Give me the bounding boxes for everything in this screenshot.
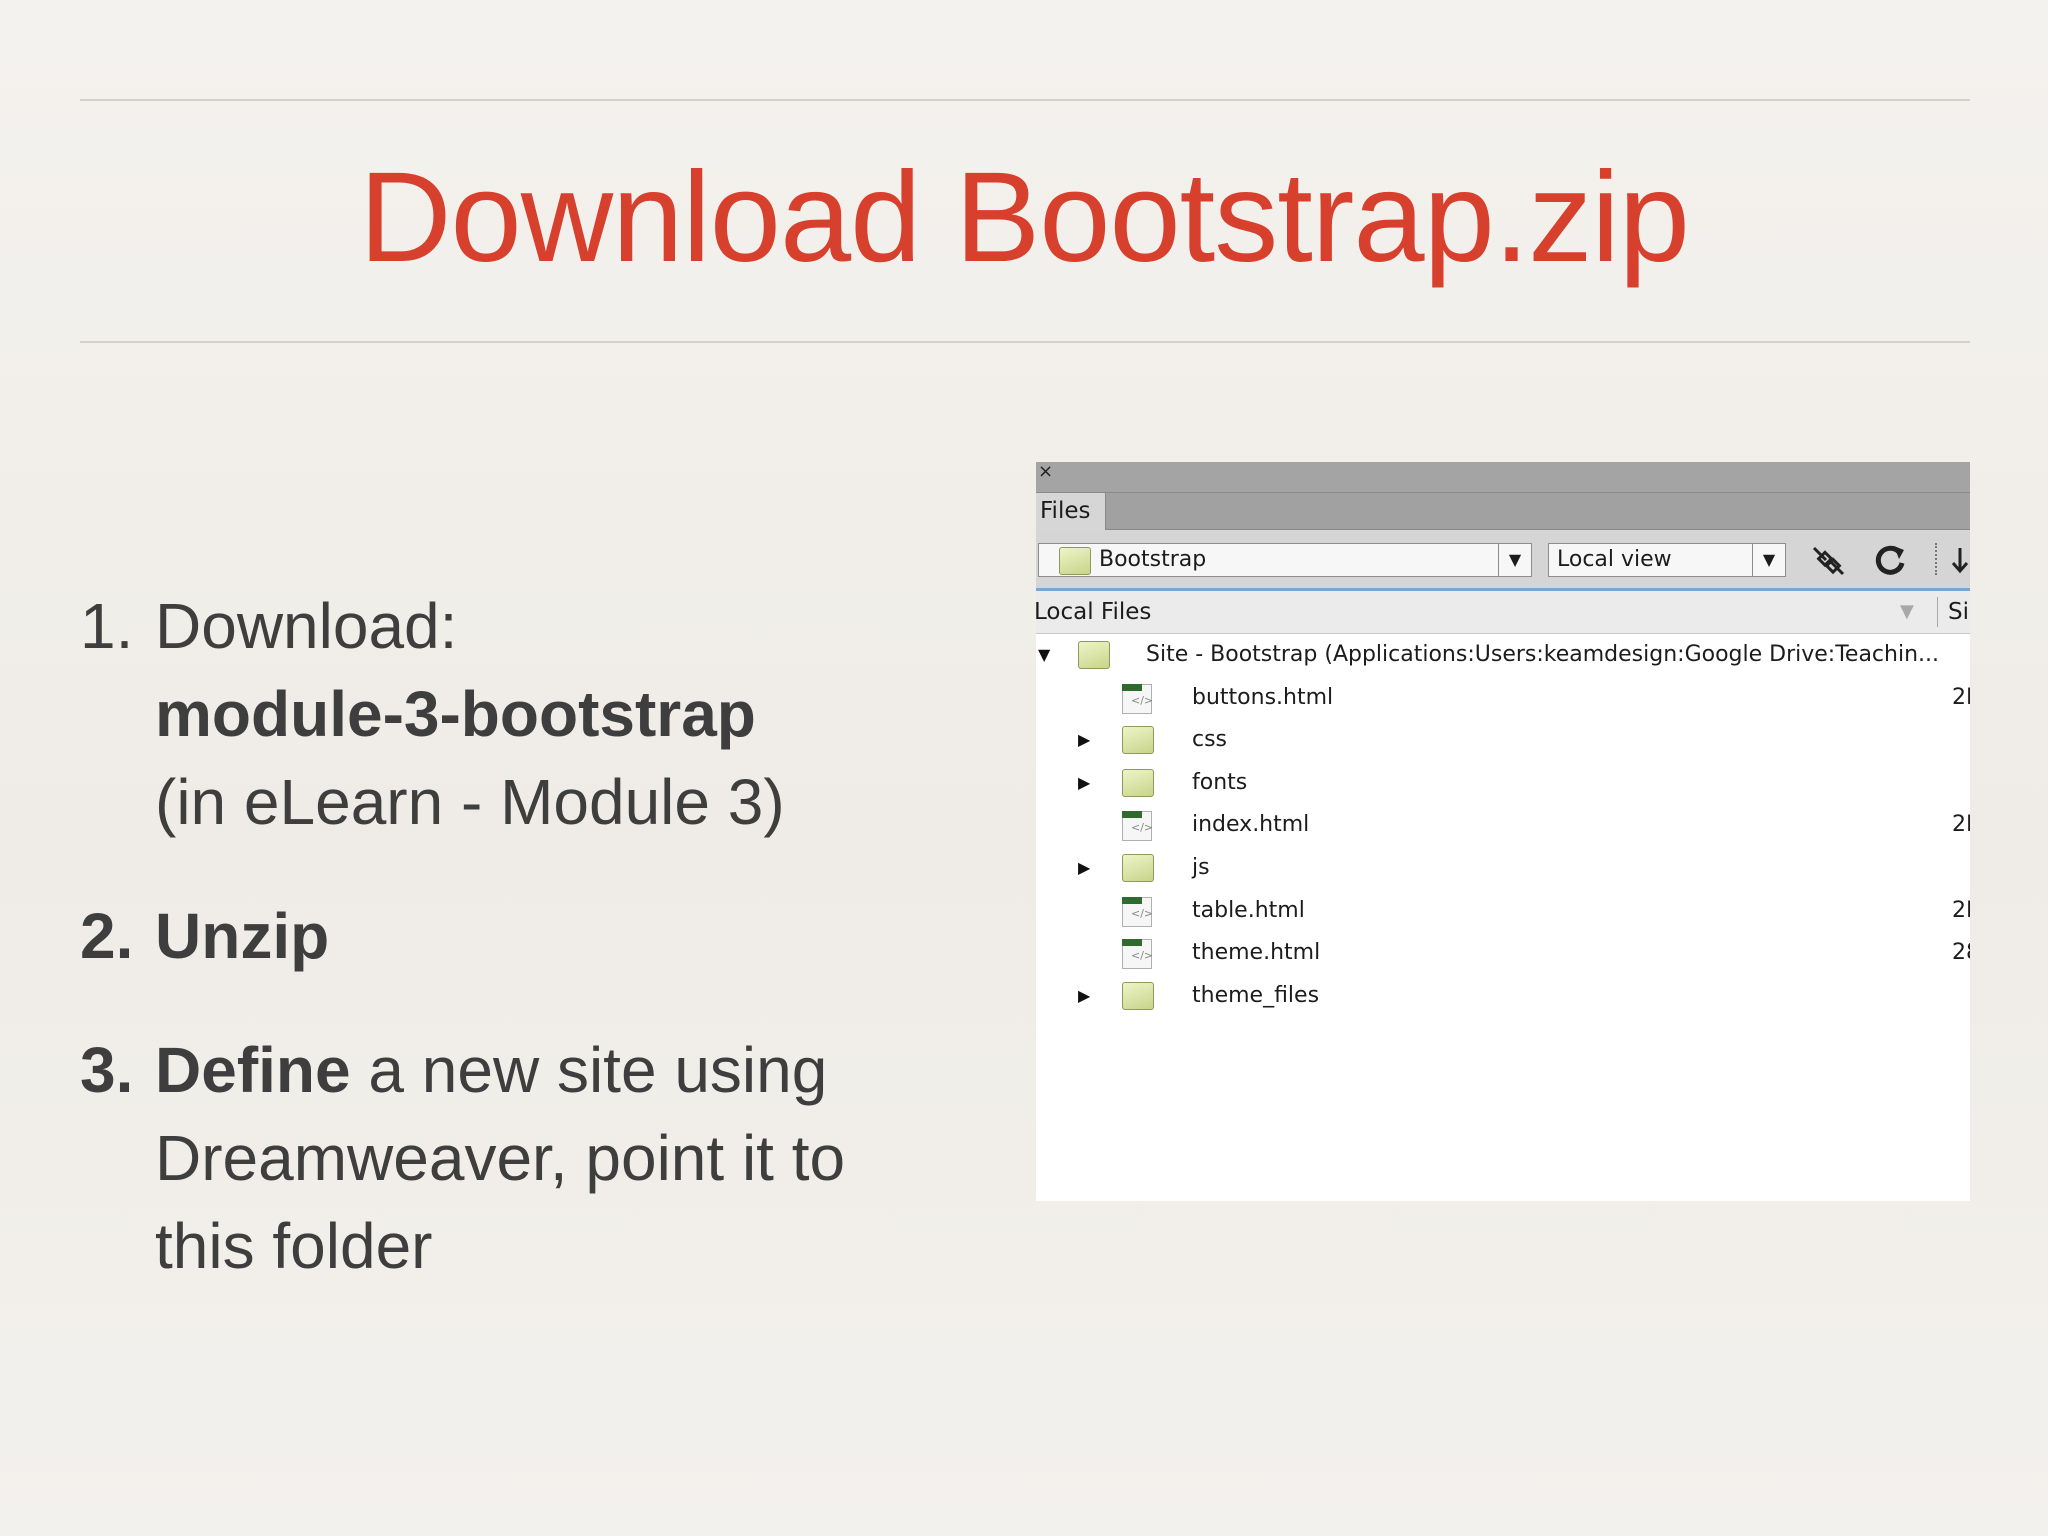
panel-tab-bar: Files xyxy=(1036,493,1970,530)
panel-top-bar: × xyxy=(1036,462,1970,493)
column-header: Local Files ▼ Si xyxy=(1036,591,1970,634)
step-1: 1. Download: module-3-bootstrap (in eLea… xyxy=(80,582,980,846)
file-name: theme.html xyxy=(1192,940,1321,966)
expand-arrow-icon[interactable]: ▶ xyxy=(1078,762,1090,804)
html-file-icon: </> xyxy=(1122,939,1153,970)
step-number: 2. xyxy=(80,900,134,972)
folder-row[interactable]: ▶ theme_files xyxy=(1036,975,1970,1018)
step-3: 3. Define a new site using Dreamweaver, … xyxy=(80,1026,980,1290)
site-root-label: Site - Bootstrap (Applications:Users:kea… xyxy=(1146,642,1939,667)
toolbar-separator xyxy=(1935,543,1937,575)
step-2-text: Unzip xyxy=(155,900,330,972)
top-divider xyxy=(80,99,1970,101)
files-toolbar: Bootstrap ▼ Local view ▼ xyxy=(1036,530,1970,591)
file-row[interactable]: </> buttons.html 2K xyxy=(1036,677,1970,720)
step-1-line-3: (in eLearn - Module 3) xyxy=(155,766,785,838)
site-select[interactable]: Bootstrap ▼ xyxy=(1038,543,1532,577)
folder-row[interactable]: ▶ css xyxy=(1036,719,1970,762)
folder-icon xyxy=(1059,547,1091,575)
file-row[interactable]: </> table.html 2K xyxy=(1036,890,1970,933)
step-number: 3. xyxy=(80,1034,134,1106)
site-select-value: Bootstrap xyxy=(1099,547,1207,572)
steps-list: 1. Download: module-3-bootstrap (in eLea… xyxy=(80,582,980,1290)
bottom-divider xyxy=(80,341,1970,343)
step-1-filename: module-3-bootstrap xyxy=(155,678,756,750)
folder-name: theme_files xyxy=(1192,982,1320,1008)
folder-icon xyxy=(1122,981,1154,1010)
step-3-line-3: this folder xyxy=(155,1210,433,1282)
file-size: 2K xyxy=(1952,684,1970,710)
chevron-down-icon: ▼ xyxy=(1752,544,1785,576)
refresh-icon[interactable] xyxy=(1872,540,1908,591)
step-3-line-2: Dreamweaver, point it to xyxy=(155,1122,846,1194)
view-select[interactable]: Local view ▼ xyxy=(1548,543,1786,577)
column-divider xyxy=(1937,597,1938,627)
step-3-keyword: Define xyxy=(155,1034,351,1106)
file-tree: ▼ Site - Bootstrap (Applications:Users:k… xyxy=(1036,634,1970,1017)
folder-icon xyxy=(1122,853,1154,882)
file-row[interactable]: </> theme.html 28 xyxy=(1036,932,1970,975)
folder-name: css xyxy=(1192,727,1228,753)
html-file-icon: </> xyxy=(1122,683,1153,714)
expand-arrow-icon[interactable]: ▶ xyxy=(1078,719,1090,761)
step-1-line-1: Download: xyxy=(155,590,458,662)
close-icon[interactable]: × xyxy=(1038,462,1053,482)
files-panel-screenshot: × Files Bootstrap ▼ Local view ▼ Local F… xyxy=(1036,462,1970,1201)
step-3-rest: a new site using xyxy=(350,1034,828,1106)
step-2: 2. Unzip xyxy=(80,892,980,980)
html-file-icon: </> xyxy=(1122,811,1153,842)
sort-arrow-icon: ▼ xyxy=(1900,601,1914,622)
file-row[interactable]: </> index.html 2K xyxy=(1036,804,1970,847)
view-select-value: Local view xyxy=(1557,547,1672,572)
html-file-icon: </> xyxy=(1122,896,1153,927)
file-size: 28 xyxy=(1952,940,1970,966)
file-size: 2K xyxy=(1952,897,1970,923)
step-number: 1. xyxy=(80,590,134,662)
site-root-row[interactable]: ▼ Site - Bootstrap (Applications:Users:k… xyxy=(1036,634,1970,677)
folder-icon xyxy=(1122,768,1154,797)
folder-icon xyxy=(1078,641,1110,669)
step-3-line-1: Define a new site using xyxy=(155,1026,980,1114)
file-name: table.html xyxy=(1192,897,1305,923)
connect-icon[interactable] xyxy=(1809,540,1849,591)
folder-row[interactable]: ▶ js xyxy=(1036,847,1970,890)
get-files-icon[interactable] xyxy=(1950,540,1970,591)
folder-name: fonts xyxy=(1192,769,1248,795)
expanded-arrow-icon[interactable]: ▼ xyxy=(1038,634,1050,676)
folder-name: js xyxy=(1192,854,1210,880)
file-name: buttons.html xyxy=(1192,684,1334,710)
file-name: index.html xyxy=(1192,812,1310,838)
folder-icon xyxy=(1122,726,1154,755)
slide-title: Download Bootstrap.zip xyxy=(359,146,1690,289)
expand-arrow-icon[interactable]: ▶ xyxy=(1078,847,1090,889)
expand-arrow-icon[interactable]: ▶ xyxy=(1078,975,1090,1017)
size-header[interactable]: Si xyxy=(1948,591,1969,633)
local-files-header[interactable]: Local Files xyxy=(1036,591,1151,633)
folder-row[interactable]: ▶ fonts xyxy=(1036,762,1970,805)
tab-files[interactable]: Files xyxy=(1036,493,1106,530)
file-size: 2K xyxy=(1952,812,1970,838)
chevron-down-icon: ▼ xyxy=(1498,544,1531,576)
